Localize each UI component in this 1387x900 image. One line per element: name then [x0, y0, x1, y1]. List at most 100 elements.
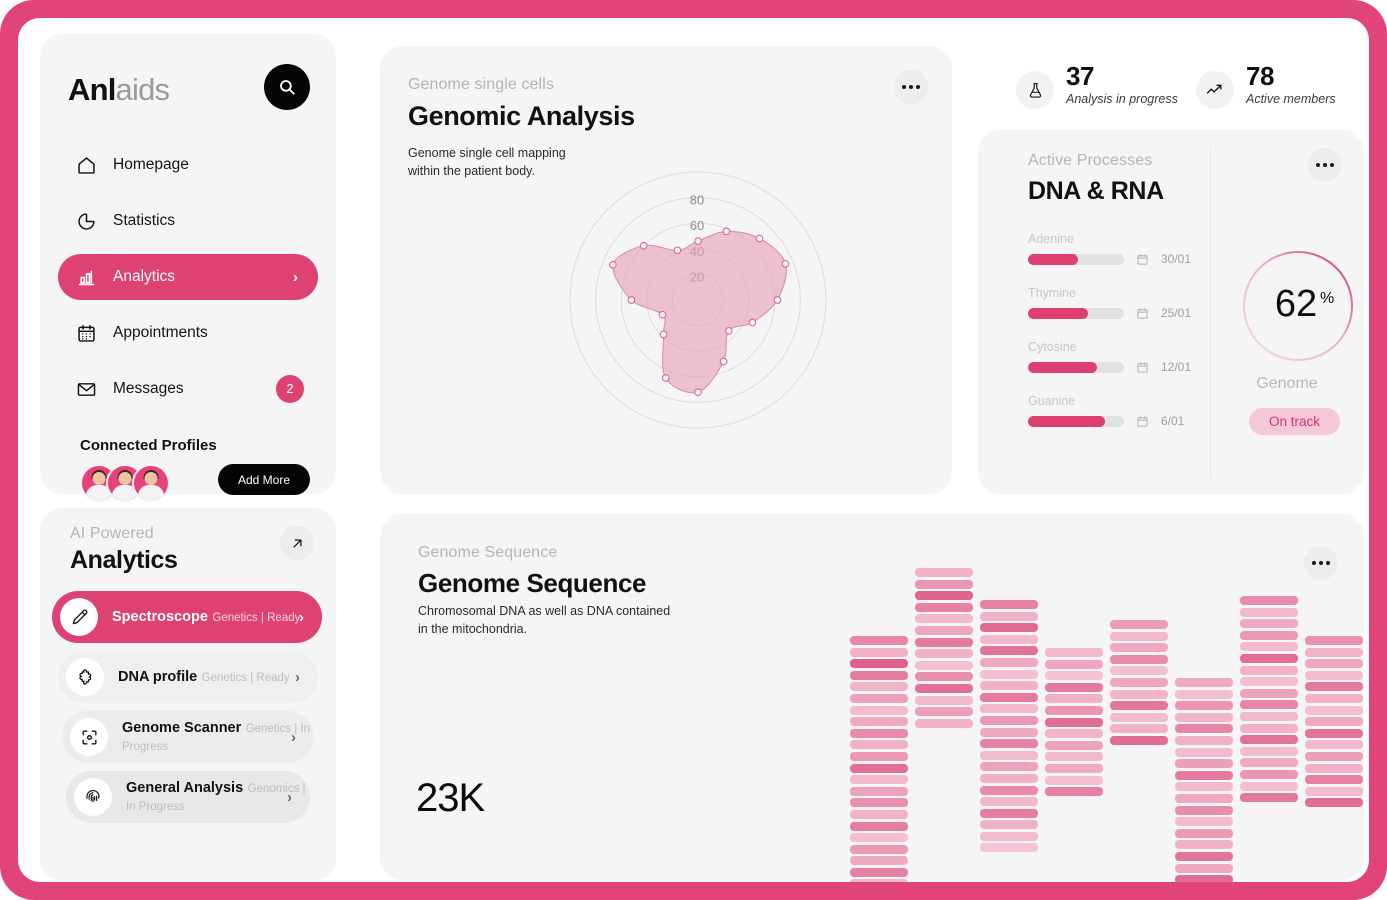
chevron-right-icon: ›	[295, 668, 300, 686]
radar-point	[722, 227, 731, 236]
gel-band	[1110, 654, 1168, 664]
ai-tool-list: Spectroscope Genetics | Ready › DNA prof…	[52, 591, 324, 831]
process-label: Thymine	[1028, 286, 1076, 300]
gel-band	[915, 614, 973, 624]
gel-band	[1240, 677, 1298, 687]
radar-point	[673, 246, 682, 255]
avatar[interactable]	[132, 464, 170, 502]
radar-point	[658, 310, 667, 319]
ai-item-name: General Analysis	[126, 779, 244, 796]
process-date: 25/01	[1161, 306, 1192, 320]
gel-band	[1240, 700, 1298, 710]
ai-item-dna-profile[interactable]: DNA profile Genetics | Ready ›	[58, 651, 318, 703]
gel-band	[1045, 787, 1103, 797]
gel-band	[1240, 758, 1298, 768]
gel-band	[1305, 798, 1363, 808]
sidebar-item-homepage[interactable]: Homepage	[58, 142, 318, 188]
ai-panel-expand-button[interactable]	[280, 526, 314, 560]
sidebar-item-label: Statistics	[113, 212, 176, 229]
gel-band	[1305, 670, 1363, 680]
gel-band	[1175, 724, 1233, 734]
sequence-kicker: Genome Sequence	[418, 544, 558, 561]
gel-band	[1305, 693, 1363, 703]
ai-analytics-panel: AI Powered Analytics Spectroscope Geneti…	[40, 508, 336, 880]
connected-profiles-title: Connected Profiles	[80, 437, 217, 454]
progress-track[interactable]	[1028, 307, 1124, 319]
gel-band	[1110, 735, 1168, 745]
gel-band	[1175, 735, 1233, 745]
ai-item-spectroscope[interactable]: Spectroscope Genetics | Ready ›	[52, 591, 322, 643]
sequence-description: Chromosomal DNA as well as DNA contained…	[418, 604, 671, 637]
gel-band	[1175, 851, 1233, 861]
progress-track[interactable]	[1028, 415, 1124, 427]
calendar-icon	[78, 324, 95, 342]
gel-band	[1305, 728, 1363, 738]
puzzle-icon	[66, 658, 104, 696]
radar-point	[773, 296, 782, 304]
messages-badge: 2	[276, 375, 304, 403]
add-more-button[interactable]: Add More	[217, 464, 310, 495]
chevron-right-icon: ›	[293, 268, 298, 286]
processes-menu-button[interactable]	[1308, 148, 1342, 182]
gel-band	[850, 856, 908, 866]
gel-band	[850, 763, 908, 773]
process-date: 30/01	[1161, 252, 1192, 266]
gel-column	[1045, 648, 1103, 799]
bar-chart-icon	[78, 270, 95, 285]
ellipsis-icon	[1316, 163, 1320, 167]
sidebar-item-statistics[interactable]: Statistics	[58, 198, 318, 244]
gel-band	[850, 867, 908, 877]
pie-chart-icon	[78, 212, 95, 230]
sidebar-item-label: Analytics	[113, 268, 176, 285]
scan-icon	[70, 718, 108, 756]
genome-sequence-card: Genome Sequence Genome Sequence Chromoso…	[380, 514, 1364, 882]
gel-band	[1045, 671, 1103, 681]
gel-band	[915, 660, 973, 670]
gel-band	[1045, 729, 1103, 739]
ai-item-general-analysis[interactable]: General Analysis Genomics | In Progress …	[66, 771, 310, 823]
sidebar-item-messages[interactable]: Messages 2	[58, 366, 318, 412]
donut-value: 62	[1275, 283, 1317, 325]
ai-item-name: Genome Scanner	[122, 719, 242, 736]
genomic-menu-button[interactable]	[894, 70, 928, 104]
gel-band	[1175, 840, 1233, 850]
ai-panel-kicker: AI Powered	[70, 525, 154, 542]
gel-band	[1305, 659, 1363, 669]
calendar-icon	[1137, 415, 1148, 427]
status-badge[interactable]: On track	[1249, 408, 1341, 435]
gel-band	[980, 773, 1038, 783]
sidebar-item-label: Homepage	[113, 156, 189, 173]
progress-track[interactable]	[1028, 253, 1124, 265]
gel-band	[1240, 735, 1298, 745]
gel-band	[1175, 782, 1233, 792]
processes-kicker: Active Processes	[1028, 152, 1153, 169]
radar-point	[755, 234, 764, 243]
gel-band	[1305, 786, 1363, 796]
gel-band	[980, 820, 1038, 830]
gel-band	[980, 646, 1038, 656]
gel-column	[1305, 636, 1363, 810]
progress-track[interactable]	[1028, 361, 1124, 373]
gel-band	[1045, 717, 1103, 727]
ellipsis-icon	[902, 85, 906, 89]
gel-band	[850, 717, 908, 727]
gel-band	[1240, 769, 1298, 779]
gel-band	[980, 634, 1038, 644]
gel-band	[1045, 775, 1103, 785]
sidebar-item-appointments[interactable]: Appointments	[58, 310, 318, 356]
app-logo: Anlaids	[68, 72, 170, 108]
process-label: Cytosine	[1028, 340, 1077, 354]
ai-item-genome-scanner[interactable]: Genome Scanner Genetics | In Progress ›	[62, 711, 314, 763]
pipette-icon	[60, 598, 98, 636]
gel-band	[1305, 717, 1363, 727]
search-button[interactable]	[264, 64, 310, 110]
sidebar-item-analytics[interactable]: Analytics ›	[58, 254, 318, 300]
calendar-icon	[1137, 253, 1148, 265]
gel-band	[1045, 763, 1103, 773]
gel-band	[915, 707, 973, 717]
chevron-right-icon: ›	[299, 608, 304, 626]
gel-band	[850, 636, 908, 645]
gel-band	[1240, 607, 1298, 617]
gel-band	[1045, 752, 1103, 762]
gel-band	[850, 821, 908, 831]
